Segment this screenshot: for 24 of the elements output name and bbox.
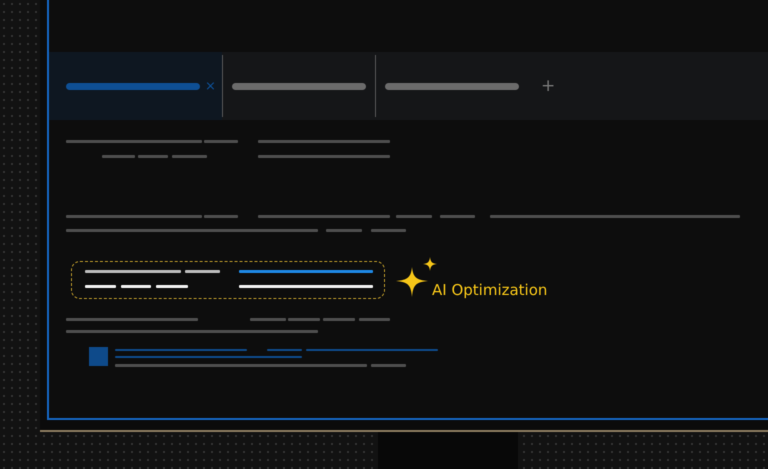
placeholder-line [323, 318, 355, 321]
placeholder-line [371, 229, 406, 232]
placeholder-line [156, 285, 188, 288]
thumbnail-square [89, 347, 108, 366]
new-tab-button[interactable]: + [541, 78, 556, 94]
placeholder-line [267, 349, 302, 351]
placeholder-line [172, 155, 207, 158]
placeholder-line [396, 215, 432, 218]
placeholder-line [440, 215, 475, 218]
tab[interactable]: × [49, 52, 222, 120]
placeholder-line [185, 270, 220, 273]
callout-label: AI Optimization [432, 281, 548, 299]
placeholder-line [121, 285, 151, 288]
close-button[interactable]: × [205, 80, 216, 92]
placeholder-line [326, 229, 362, 232]
placeholder-line [359, 318, 390, 321]
placeholder-line [371, 364, 406, 367]
placeholder-line [288, 318, 320, 321]
placeholder-line [102, 155, 135, 158]
placeholder-line [138, 155, 168, 158]
placeholder-line [250, 318, 286, 321]
placeholder-line [85, 285, 116, 288]
placeholder-line [204, 215, 238, 218]
placeholder-line [204, 140, 238, 143]
